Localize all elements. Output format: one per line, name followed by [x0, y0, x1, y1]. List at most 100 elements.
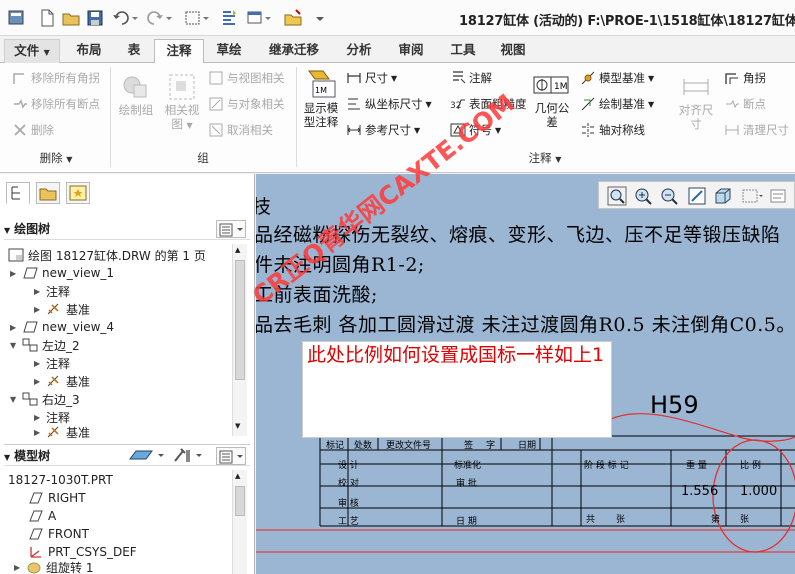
tab-favorites[interactable]	[66, 182, 90, 204]
tab-file[interactable]: 文件 ▼	[4, 39, 60, 63]
title-block-label: 张	[616, 515, 626, 525]
drawing-tree-header[interactable]: ▼ 绘图树	[4, 218, 250, 240]
close-window-icon[interactable]	[284, 9, 302, 27]
tab-tools[interactable]: 工具	[440, 39, 486, 63]
drawing-tree-scrollbar[interactable]: ▲ ▼	[232, 244, 247, 436]
save-icon[interactable]	[86, 9, 104, 27]
tree-item-datum[interactable]: ▶ 基准	[34, 426, 90, 438]
tab-folder[interactable]	[36, 182, 60, 204]
group-separator	[296, 67, 297, 167]
tree-item-view[interactable]: ▼ 左边_2	[10, 336, 80, 354]
tree-item-datum[interactable]: ▶ 基准	[34, 372, 90, 390]
window-title: 18127缸体 (活动的) F:\PROE-1\1518缸体\18127缸体.d…	[459, 14, 795, 29]
tree-item-annotations[interactable]: ▶ 注释	[34, 354, 70, 372]
cancel-related-button[interactable]: 取消相关	[208, 121, 273, 139]
tab-sketch[interactable]: 草绘	[206, 39, 252, 63]
expand-arrow-icon: ▶	[10, 322, 17, 332]
draw-group-button[interactable]: 绘制组	[116, 71, 156, 117]
display-style-icon[interactable]	[713, 186, 733, 206]
delete-button[interactable]: 删除	[12, 121, 54, 139]
customize-dropdown-icon[interactable]	[314, 9, 326, 27]
tab-analysis[interactable]: 分析	[334, 39, 384, 63]
note-partial: 技	[256, 196, 272, 218]
datum-icon	[46, 374, 62, 388]
remove-all-angles-button[interactable]: 移除所有角拐	[12, 69, 100, 87]
tab-annotate[interactable]: 注释	[154, 39, 204, 64]
delete-group-label[interactable]: 删除 ▼	[4, 147, 108, 169]
tree-item-annotations[interactable]: ▶ 注释	[34, 408, 70, 426]
expand-arrow-icon: ▶	[14, 563, 21, 572]
zoom-out-icon[interactable]	[659, 186, 679, 206]
redo-icon[interactable]	[146, 9, 174, 27]
draw-datum-icon	[580, 96, 596, 112]
draw-group-icon	[116, 71, 156, 103]
new-file-icon[interactable]	[38, 9, 56, 27]
tab-tree[interactable]	[6, 182, 30, 204]
annotation-display-icon[interactable]	[769, 186, 793, 206]
model-tree-header[interactable]: ▼ 模型树	[4, 444, 250, 466]
tree-item-datum-plane[interactable]: A	[28, 507, 56, 525]
related-view-button[interactable]: 相关视图 ▼	[160, 71, 204, 133]
clean-dimensions-button[interactable]: 清理尺寸	[724, 121, 789, 139]
material-label: H59	[650, 391, 699, 419]
tab-view[interactable]: 视图	[490, 39, 536, 63]
zoom-in-icon[interactable]	[633, 186, 653, 206]
tab-table[interactable]: 表	[116, 39, 152, 63]
chevron-down-icon: ▼	[425, 99, 432, 109]
tree-item-annotations[interactable]: ▶ 注释	[34, 282, 70, 300]
chevron-down-icon: ▼	[555, 155, 562, 164]
tree-item-datum[interactable]: ▶ 基准	[34, 300, 90, 318]
tab-legacy-migration[interactable]: 继承迁移	[258, 39, 330, 63]
tree-item-datum-plane[interactable]: RIGHT	[28, 489, 86, 507]
windows-icon[interactable]	[246, 9, 274, 27]
tree-item-view[interactable]: ▶ new_view_1	[10, 264, 114, 282]
model-datum-button[interactable]: 模型基准 ▼	[580, 69, 654, 87]
chevron-down-icon: ▼	[414, 125, 421, 135]
reference-dimension-button[interactable]: 参考尺寸 ▼	[346, 121, 420, 139]
regenerate-icon[interactable]	[220, 9, 238, 27]
zoom-fit-icon[interactable]	[607, 186, 627, 206]
dimension-button[interactable]: 尺寸 ▼	[346, 69, 397, 87]
collapse-icon: ▼	[4, 453, 11, 462]
corner-button[interactable]: 角拐	[724, 69, 766, 87]
select-box-icon[interactable]	[184, 9, 212, 27]
tab-layout[interactable]: 布局	[66, 39, 112, 63]
tree-icon	[11, 186, 20, 200]
breakpoint-button[interactable]: 断点	[724, 95, 766, 113]
title-block-label: 设 计	[338, 461, 359, 471]
tree-item-coordinate-system[interactable]: PRT_CSYS_DEF	[28, 543, 137, 561]
ref-dimension-icon	[346, 122, 362, 138]
show-model-annotations-button[interactable]: 1M 显示模 型注释	[300, 69, 342, 129]
tab-review[interactable]: 审阅	[388, 39, 434, 63]
model-tree-scrollbar[interactable]: ▲	[232, 470, 247, 574]
remove-all-breaks-button[interactable]: 移除所有断点	[12, 95, 100, 113]
expand-arrow-icon: ▶	[34, 304, 41, 314]
relate-object-icon	[208, 96, 224, 112]
tree-item-view[interactable]: ▼ 右边_3	[10, 390, 80, 408]
title-block-label: 日期	[518, 441, 537, 451]
datum-display-icon[interactable]	[741, 186, 765, 206]
app-icon[interactable]	[8, 9, 26, 27]
tree-item-feature[interactable]: ▶ 组旋转 1	[14, 561, 93, 574]
tree-item-view[interactable]: ▶ new_view_4	[10, 318, 114, 336]
draw-datum-button[interactable]: 绘制基准 ▼	[580, 95, 654, 113]
undo-icon[interactable]	[112, 9, 140, 27]
collapse-icon: ▼	[4, 226, 11, 235]
tree-item-datum-plane[interactable]: FRONT	[28, 525, 89, 543]
graphics-toolbar	[598, 181, 795, 209]
note-button[interactable]: 注解	[450, 69, 492, 87]
open-folder-icon[interactable]	[62, 9, 80, 27]
tree-item-part[interactable]: 18127-1030T.PRT	[8, 471, 113, 489]
geometric-tolerance-button[interactable]: 1M 几何公差	[532, 71, 572, 129]
annotation-group-label[interactable]: 注释 ▼	[300, 147, 790, 169]
title-block-label: 比 例	[740, 461, 761, 471]
scale-value: 1.000	[740, 484, 778, 499]
ordinate-dimension-button[interactable]: 纵坐标尺寸 ▼	[346, 95, 432, 113]
tree-item-drawing-sheet[interactable]: 绘图 18127缸体.DRW 的第 1 页	[8, 246, 206, 264]
weight-value: 1.556	[681, 484, 719, 499]
relate-to-view-button[interactable]: 与视图相关	[208, 69, 285, 87]
repaint-icon[interactable]	[687, 186, 707, 206]
relate-to-object-button[interactable]: 与对象相关	[208, 95, 285, 113]
axis-symmetry-button[interactable]: 轴对称线	[580, 121, 645, 139]
align-dimensions-button[interactable]: 对齐尺寸	[676, 71, 716, 131]
